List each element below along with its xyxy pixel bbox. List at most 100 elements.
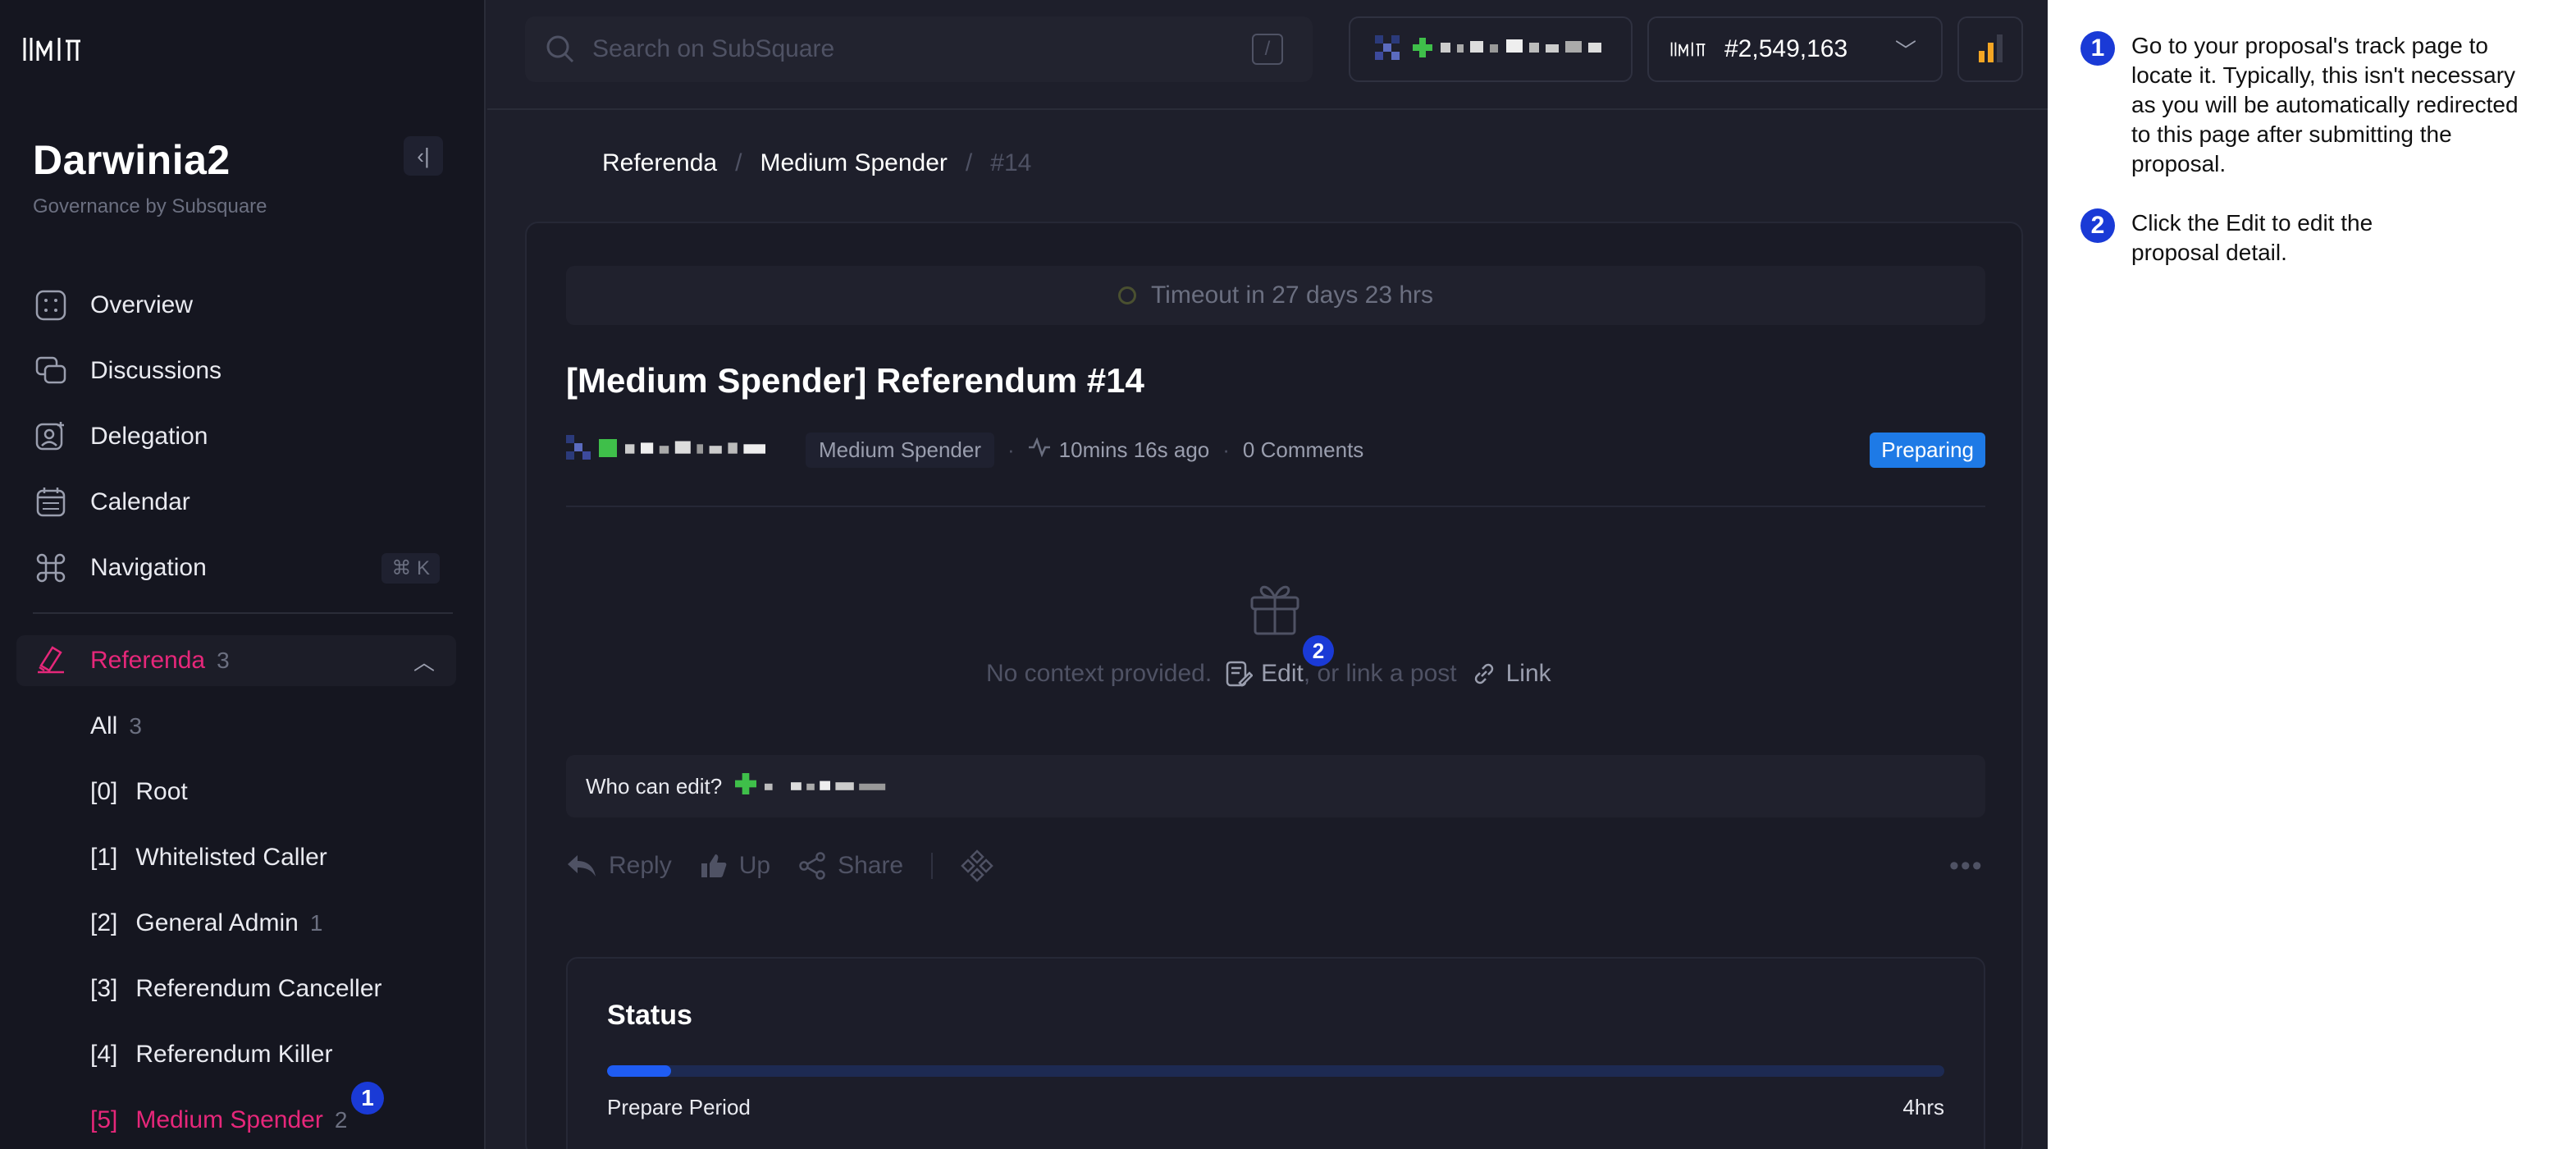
track-item-whitelisted-caller[interactable]: [1] Whitelisted Caller	[90, 837, 327, 878]
app-title: Darwinia2	[33, 137, 231, 183]
referenda-label: Referenda	[90, 647, 206, 674]
author-identity-icon	[599, 437, 617, 463]
meta-separator: ·	[1007, 437, 1015, 462]
share-button[interactable]: Share	[798, 852, 903, 880]
track-item-all[interactable]: All 3	[90, 706, 142, 747]
top-bar: Search on SubSquare / #2,549,163 ﹀	[487, 0, 2048, 110]
sidebar-item-label: Calendar	[90, 488, 190, 515]
author-avatar[interactable]	[566, 434, 591, 465]
track-num: [4]	[90, 1041, 118, 1068]
sidebar-group-referenda[interactable]: Referenda 3 ︿	[16, 635, 456, 686]
track-item-medium-spender[interactable]: [5] Medium Spender 2	[90, 1100, 347, 1141]
track-label: Referendum Killer	[135, 1041, 333, 1068]
post-actions: Reply Up Share	[566, 845, 1033, 886]
guide-step-2: 2 Click the Edit to edit the proposal de…	[2080, 208, 2443, 268]
track-label: Root	[135, 778, 188, 805]
chevron-up-icon[interactable]: ︿	[413, 646, 435, 676]
track-item-general-admin[interactable]: [2] General Admin 1	[90, 903, 322, 944]
actions-divider	[931, 853, 934, 879]
darwinia-logo-icon	[1670, 42, 1706, 57]
comment-count: 0 Comments	[1242, 437, 1364, 462]
signal-bars-icon	[1978, 34, 2003, 62]
status-title: Status	[607, 1000, 692, 1031]
sidebar-item-discussions[interactable]: Discussions	[33, 346, 453, 396]
meta-separator: ·	[1222, 437, 1230, 462]
block-number: #2,549,163	[1724, 35, 1848, 62]
breadcrumb-medium-spender[interactable]: Medium Spender	[760, 149, 947, 177]
breadcrumb-referenda[interactable]: Referenda	[602, 149, 717, 177]
collapse-icon: ‹|	[417, 143, 430, 168]
meta-divider	[566, 506, 1985, 507]
delegation-icon	[33, 419, 69, 455]
guide-step-number: 1	[2080, 31, 2115, 66]
reply-icon	[568, 855, 596, 877]
network-status-button[interactable]	[1957, 16, 2023, 82]
breadcrumb: Referenda / Medium Spender / #14	[602, 149, 1031, 177]
sidebar-item-calendar[interactable]: Calendar	[33, 478, 453, 527]
overview-icon	[33, 287, 69, 323]
collapse-sidebar-button[interactable]: ‹|	[404, 136, 443, 176]
link-icon	[1474, 663, 1493, 684]
prepare-period-value: 4hrs	[1902, 1095, 1944, 1119]
track-item-referendum-canceller[interactable]: [3] Referendum Canceller	[90, 968, 382, 1009]
track-item-referendum-killer[interactable]: [4] Referendum Killer	[90, 1034, 332, 1075]
reactions-button[interactable]	[961, 849, 1005, 882]
author-address-redacted[interactable]	[625, 437, 781, 463]
track-tag[interactable]: Medium Spender	[806, 432, 994, 468]
sidebar-item-label: Delegation	[90, 423, 208, 450]
edit-icon	[1226, 661, 1254, 687]
diamond-grid-icon	[961, 849, 993, 882]
sidebar: Darwinia2 Governance by Subsquare ‹| Ove…	[0, 0, 486, 1149]
chevron-down-icon: ﹀	[1894, 38, 1916, 63]
guide-step-text: Go to your proposal's track page to loca…	[2131, 33, 2519, 176]
thumbs-up-icon	[701, 854, 727, 877]
app-subtitle: Governance by Subsquare	[33, 195, 267, 217]
sidebar-item-navigation[interactable]: Navigation ⌘ K	[33, 543, 453, 593]
sidebar-item-overview[interactable]: Overview	[33, 281, 453, 330]
track-num: [0]	[90, 778, 118, 805]
track-count: 3	[129, 713, 142, 739]
share-icon	[799, 852, 825, 880]
sidebar-divider	[33, 612, 453, 614]
upvote-button[interactable]: Up	[700, 852, 770, 880]
track-count: 1	[309, 910, 323, 936]
track-num: [3]	[90, 975, 118, 1002]
status-panel: Status Prepare Period 4hrs	[566, 957, 1985, 1149]
track-num: [1]	[90, 844, 118, 871]
referenda-count: 3	[217, 648, 230, 673]
subsquare-logo-icon[interactable]	[20, 33, 85, 66]
search-icon	[546, 35, 574, 63]
command-icon	[33, 550, 69, 586]
editor-address-redacted[interactable]	[765, 774, 896, 799]
account-button[interactable]	[1349, 16, 1633, 82]
status-badge: Preparing	[1870, 432, 1985, 468]
up-label: Up	[738, 852, 771, 879]
search-shortcut: /	[1252, 34, 1283, 65]
track-num: All	[90, 712, 118, 739]
edit-button[interactable]: Edit	[1225, 660, 1304, 688]
sidebar-item-label: Navigation	[90, 554, 207, 581]
instruction-panel: 1 Go to your proposal's track page to lo…	[2048, 0, 2576, 1149]
sidebar-item-delegation[interactable]: Delegation	[33, 412, 453, 461]
link-button[interactable]: Link	[1470, 660, 1551, 688]
track-label: General Admin	[135, 909, 299, 936]
discussions-icon	[33, 353, 69, 389]
timeout-text: Timeout in 27 days 23 hrs	[1150, 282, 1434, 309]
reply-label: Reply	[609, 852, 672, 879]
search-placeholder: Search on SubSquare	[592, 35, 835, 62]
track-item-root[interactable]: [0] Root	[90, 771, 188, 813]
search-input[interactable]: Search on SubSquare /	[525, 16, 1313, 82]
guide-step-text: Click the Edit to edit the proposal deta…	[2131, 210, 2373, 265]
timeout-clock-icon	[1117, 286, 1136, 304]
sidebar-item-label: Overview	[90, 291, 194, 318]
track-label: Referendum Canceller	[135, 975, 382, 1002]
account-address-redacted	[1441, 39, 1605, 60]
more-options-icon[interactable]: •••	[1949, 850, 1984, 882]
step-marker-2: 2	[1303, 635, 1334, 666]
account-identity-icon	[1413, 37, 1432, 62]
track-num: [5]	[90, 1106, 118, 1133]
chain-selector[interactable]: #2,549,163 ﹀	[1647, 16, 1943, 82]
reply-button[interactable]: Reply	[566, 852, 672, 880]
sidebar-item-label: Discussions	[90, 357, 222, 384]
breadcrumb-separator: /	[735, 149, 742, 176]
